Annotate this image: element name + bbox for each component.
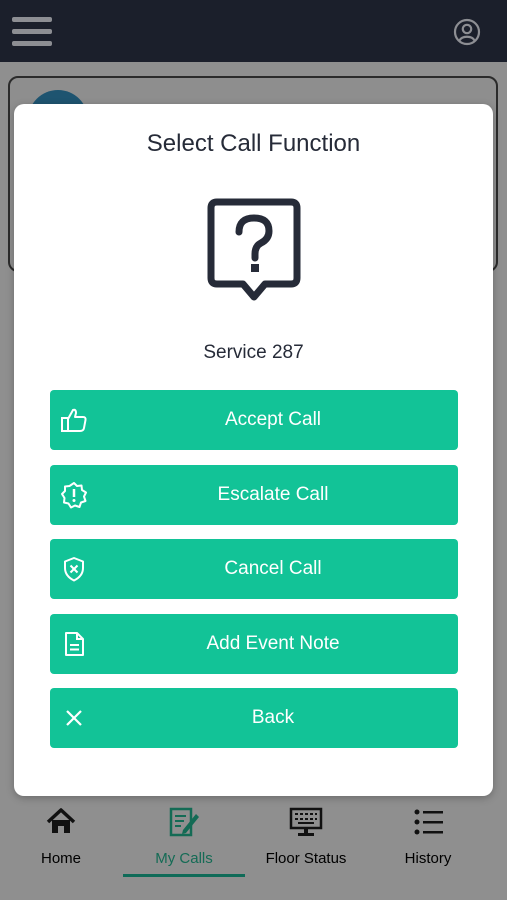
back-button[interactable]: Back (50, 688, 458, 748)
nav-item-floor-status[interactable]: Floor Status (245, 806, 367, 886)
menu-icon[interactable] (12, 17, 52, 47)
nav-item-home[interactable]: Home (0, 806, 122, 886)
escalate-call-button[interactable]: Escalate Call (50, 465, 458, 525)
bottom-nav: Home My Calls Floor Status History (0, 796, 507, 900)
escalate-call-label: Escalate Call (217, 484, 329, 505)
service-label: Service 287 (203, 342, 304, 363)
list-icon (414, 809, 443, 835)
home-icon (46, 808, 76, 833)
accept-call-button[interactable]: Accept Call (50, 390, 458, 450)
add-event-note-button[interactable]: Add Event Note (50, 614, 458, 674)
cancel-call-button[interactable]: Cancel Call (50, 539, 458, 599)
nav-label-home: Home (40, 850, 81, 867)
nav-label-floor-status: Floor Status (265, 850, 347, 867)
question-icon (207, 198, 301, 301)
top-header (0, 0, 507, 62)
call-function-dialog: Select Call Function Service 287 Accept … (14, 104, 493, 796)
cancel-call-label: Cancel Call (224, 558, 322, 579)
nav-label-my-calls: My Calls (155, 850, 213, 867)
nav-label-history: History (404, 850, 452, 867)
dialog-title: Select Call Function (146, 130, 361, 157)
nav-item-history[interactable]: History (367, 806, 489, 886)
active-tab-indicator (123, 874, 245, 877)
account-icon[interactable] (453, 18, 481, 46)
back-label: Back (251, 707, 295, 728)
edit-note-icon (169, 807, 199, 837)
accept-call-label: Accept Call (224, 409, 322, 430)
add-event-note-label: Add Event Note (206, 633, 340, 654)
monitor-icon (289, 807, 323, 836)
